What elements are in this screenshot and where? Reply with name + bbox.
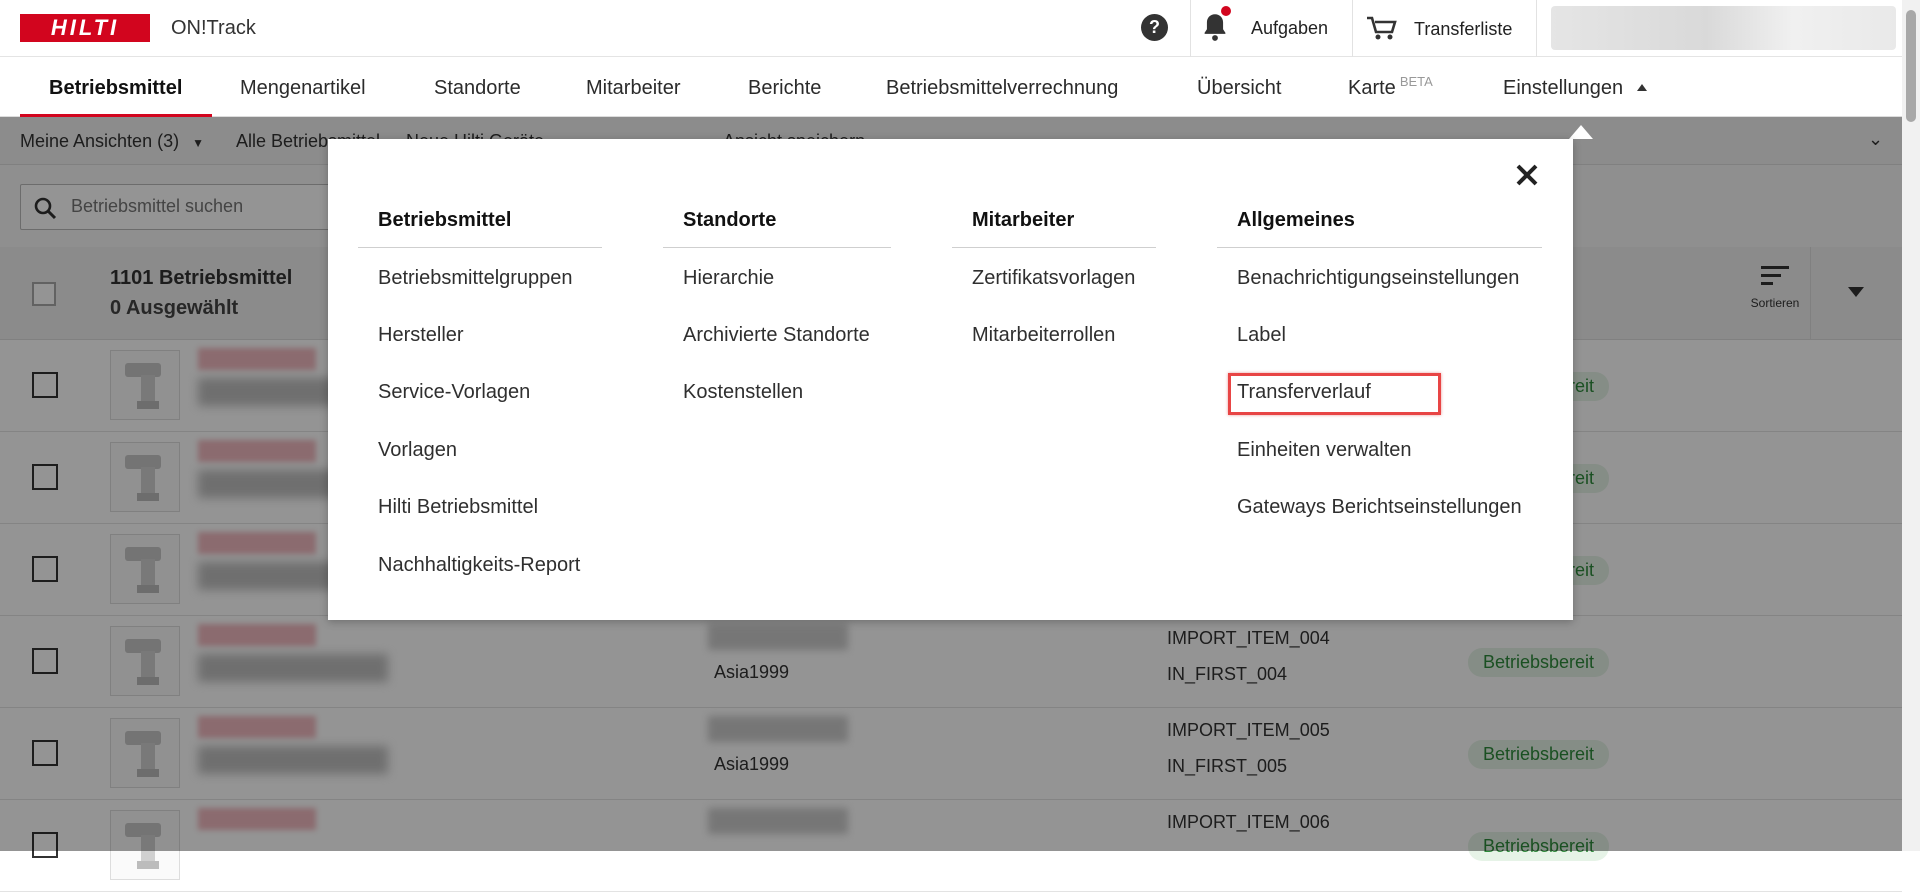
link-benachrichtigungseinstellungen[interactable]: Benachrichtigungseinstellungen <box>1237 267 1519 290</box>
beta-badge: BETA <box>1399 74 1433 89</box>
column-title-allgemeines: Allgemeines <box>1237 209 1355 231</box>
link-hierarchie[interactable]: Hierarchie <box>683 267 774 290</box>
logo-text: HILTI <box>50 15 120 40</box>
link-transferverlauf[interactable]: Transferverlauf <box>1237 381 1371 404</box>
tasks-link[interactable]: Aufgaben <box>1251 18 1328 39</box>
column-divider <box>358 247 602 248</box>
caret-up-icon <box>1637 84 1648 91</box>
app-name: ON!Track <box>171 17 256 39</box>
column-divider <box>952 247 1156 248</box>
panel-pointer <box>1569 125 1593 139</box>
nav-betriebsmittel[interactable]: Betriebsmittel <box>49 77 182 100</box>
hilti-logo[interactable]: HILTI <box>20 14 150 42</box>
close-icon[interactable] <box>1511 159 1543 191</box>
nav-karte[interactable]: Karte BETA <box>1348 74 1433 100</box>
page-scrollbar[interactable] <box>1902 0 1920 851</box>
nav-mengenartikel[interactable]: Mengenartikel <box>240 77 366 100</box>
link-einheiten-verwalten[interactable]: Einheiten verwalten <box>1237 439 1412 462</box>
link-service-vorlagen[interactable]: Service-Vorlagen <box>378 381 530 404</box>
bell-icon <box>1204 14 1226 41</box>
scrollbar-thumb[interactable] <box>1906 10 1916 122</box>
link-mitarbeiterrollen[interactable]: Mitarbeiterrollen <box>972 324 1115 347</box>
header-divider <box>1352 0 1353 57</box>
column-divider <box>663 247 891 248</box>
link-betriebsmittelgruppen[interactable]: Betriebsmittelgruppen <box>378 267 573 290</box>
link-hilti-betriebsmittel[interactable]: Hilti Betriebsmittel <box>378 496 538 519</box>
main-navigation: Betriebsmittel Mengenartikel Standorte M… <box>0 57 1902 117</box>
nav-standorte[interactable]: Standorte <box>434 77 521 100</box>
top-header: HILTI ON!Track ? Aufgaben Transferliste <box>0 0 1902 57</box>
nav-karte-label: Karte <box>1348 77 1396 99</box>
link-nachhaltigkeits-report[interactable]: Nachhaltigkeits-Report <box>378 554 580 577</box>
nav-berichte[interactable]: Berichte <box>748 77 821 100</box>
column-divider <box>1217 247 1542 248</box>
nav-einstellungen[interactable]: Einstellungen <box>1503 77 1648 100</box>
notifications-bell-icon[interactable] <box>1201 6 1233 44</box>
link-gateways-berichtseinstellungen[interactable]: Gateways Berichtseinstellungen <box>1237 496 1522 519</box>
column-title-betriebsmittel: Betriebsmittel <box>378 209 512 231</box>
link-zertifikatsvorlagen[interactable]: Zertifikatsvorlagen <box>972 267 1135 290</box>
notification-dot <box>1221 6 1231 16</box>
link-archivierte-standorte[interactable]: Archivierte Standorte <box>683 324 870 347</box>
header-divider <box>1190 0 1191 57</box>
nav-einstellungen-label: Einstellungen <box>1503 77 1624 99</box>
column-title-mitarbeiter: Mitarbeiter <box>972 209 1075 231</box>
help-icon[interactable]: ? <box>1141 14 1168 41</box>
nav-uebersicht[interactable]: Übersicht <box>1197 77 1281 100</box>
settings-dropdown-panel: Betriebsmittel Betriebsmittelgruppen Her… <box>328 139 1573 620</box>
user-account-menu[interactable] <box>1551 6 1896 50</box>
link-vorlagen[interactable]: Vorlagen <box>378 439 457 462</box>
nav-mitarbeiter[interactable]: Mitarbeiter <box>586 77 680 100</box>
link-label[interactable]: Label <box>1237 324 1286 347</box>
link-kostenstellen[interactable]: Kostenstellen <box>683 381 803 404</box>
cart-icon[interactable] <box>1365 14 1399 42</box>
nav-betriebsmittelverrechnung[interactable]: Betriebsmittelverrechnung <box>886 77 1118 100</box>
transfer-list-link[interactable]: Transferliste <box>1414 19 1512 40</box>
column-title-standorte: Standorte <box>683 209 777 231</box>
header-divider <box>1536 0 1537 57</box>
link-hersteller[interactable]: Hersteller <box>378 324 464 347</box>
